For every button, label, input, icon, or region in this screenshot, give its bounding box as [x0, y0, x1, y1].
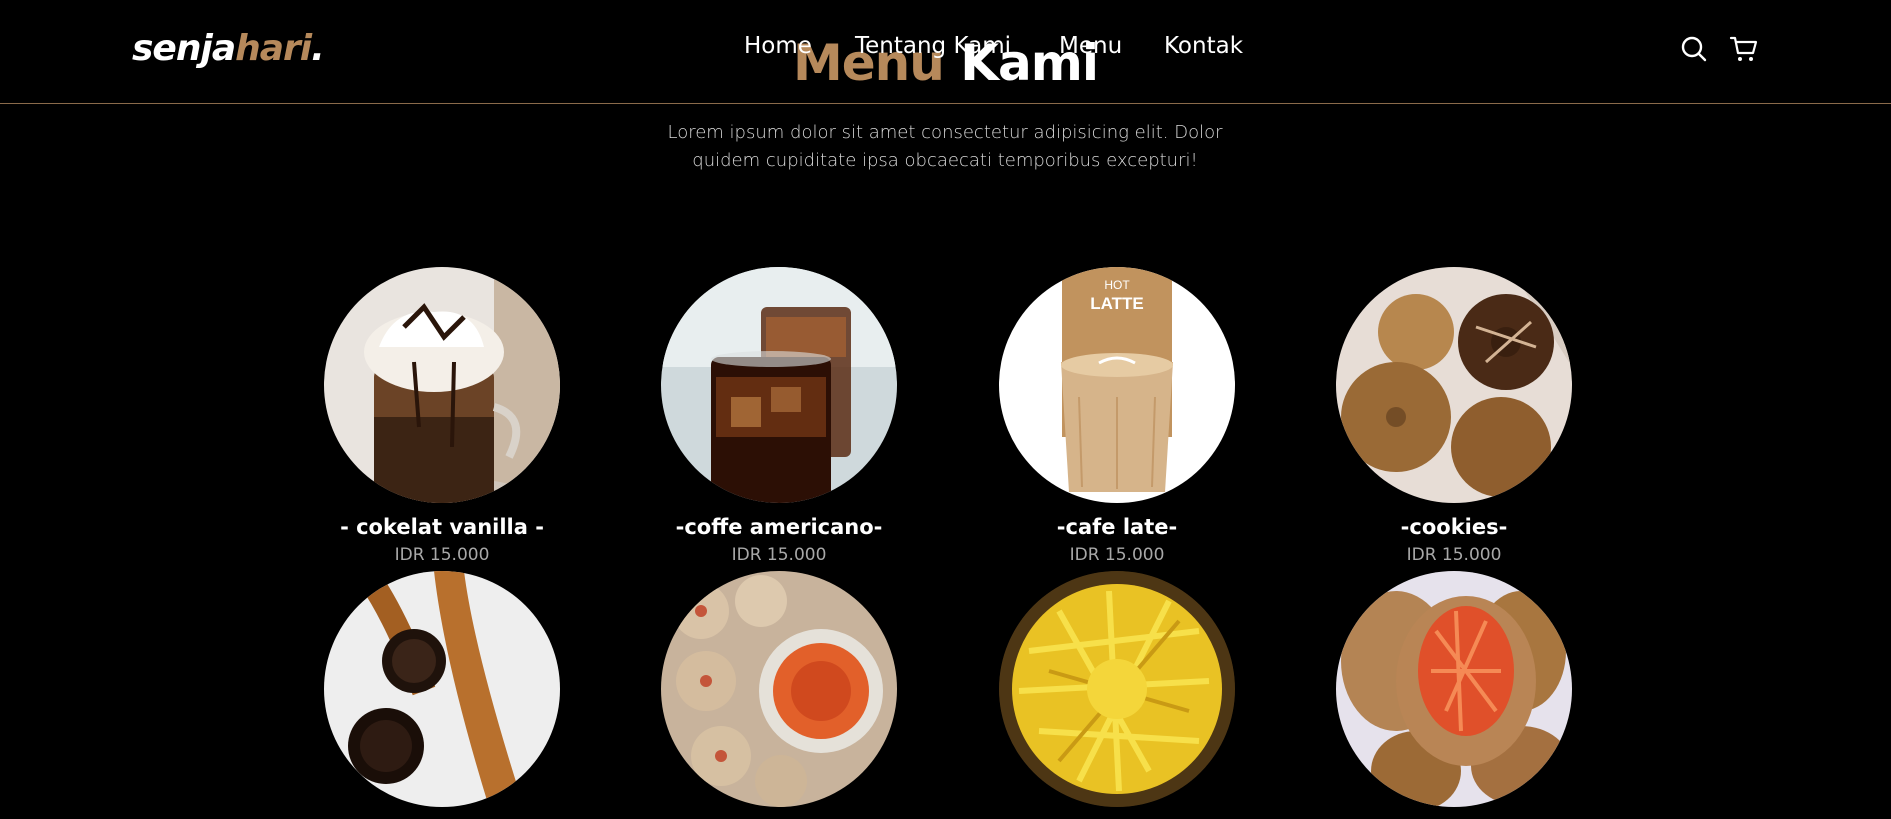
menu-item-name: -coffe americano- [675, 515, 883, 539]
nav-link-kontak[interactable]: Kontak [1164, 33, 1243, 59]
menu-image-dumplings [661, 571, 897, 807]
menu-item-price: IDR 15.000 [1406, 545, 1502, 565]
menu-item-price: IDR 15.000 [731, 545, 827, 565]
menu-card[interactable] [302, 571, 582, 819]
menu-image-coffe-americano [661, 267, 897, 503]
menu-image-cokelat-vanilla [324, 267, 560, 503]
cart-icon[interactable] [1729, 34, 1759, 64]
brand-logo-part3: . [311, 28, 325, 69]
menu-item-price: IDR 15.000 [394, 545, 490, 565]
brand-logo-part2: hari [235, 28, 312, 69]
menu-image-pastel [1336, 571, 1572, 807]
nav-link-tentang-kami[interactable]: Tentang Kami [855, 33, 1011, 59]
search-icon[interactable] [1679, 34, 1709, 64]
brand-logo[interactable]: senjahari. [132, 28, 325, 69]
nav-link-home[interactable]: Home [744, 33, 812, 59]
menu-card[interactable]: -cookies- IDR 15.000 [1314, 267, 1594, 565]
brand-logo-part1: senja [132, 28, 236, 69]
latte-label-bottom: LATTE [1090, 294, 1144, 313]
nav-actions [1679, 34, 1759, 64]
menu-card[interactable]: - cokelat vanilla - IDR 15.000 [302, 267, 582, 565]
menu-card[interactable] [977, 571, 1257, 819]
menu-item-name: -cookies- [1400, 515, 1508, 539]
latte-label-top: HOT [1104, 278, 1130, 292]
menu-card[interactable]: -coffe americano- IDR 15.000 [639, 267, 919, 565]
menu-item-name: - cokelat vanilla - [340, 515, 544, 539]
menu-item-price: IDR 15.000 [1069, 545, 1165, 565]
menu-image-fried-noodle-snack [999, 571, 1235, 807]
menu-image-churros [324, 571, 560, 807]
page: Menu Kami senjahari. Home Tentang Kami M… [0, 0, 1891, 819]
menu-description: Lorem ipsum dolor sit amet consectetur a… [667, 122, 1223, 171]
menu-card[interactable] [639, 571, 919, 819]
menu-image-cookies [1336, 267, 1572, 503]
menu-card[interactable] [1314, 571, 1594, 819]
menu-item-name: -cafe late- [1056, 515, 1178, 539]
menu-card[interactable]: HOT LATTE -cafe late- IDR 15.000 [977, 267, 1257, 565]
menu-image-cafe-late: HOT LATTE [999, 267, 1235, 503]
navbar: senjahari. Home Tentang Kami Menu Kontak [0, 0, 1891, 104]
nav-link-menu[interactable]: Menu [1059, 33, 1122, 59]
